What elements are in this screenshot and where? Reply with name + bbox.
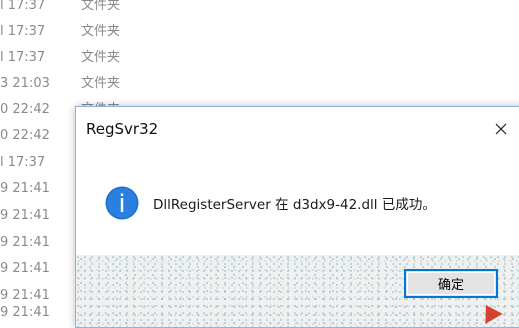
file-date: 9 21:41 bbox=[0, 208, 50, 223]
file-date: 0 22:42 bbox=[0, 102, 50, 117]
file-date: 9 21:41 bbox=[0, 261, 50, 276]
file-date: 9 21:41 bbox=[0, 305, 50, 320]
file-date: l 17:37 bbox=[0, 0, 46, 13]
file-date: 9 21:41 bbox=[0, 235, 50, 250]
dialog-titlebar[interactable]: RegSvr32 bbox=[76, 107, 519, 151]
file-date: l 17:37 bbox=[0, 155, 46, 170]
dialog-title: RegSvr32 bbox=[86, 120, 159, 138]
close-button[interactable] bbox=[484, 113, 518, 145]
file-type: 文件夹 bbox=[81, 50, 121, 65]
list-item[interactable]: l 17:37 文件夹 bbox=[0, 45, 519, 71]
regsvr32-dialog: RegSvr32 DllRegisterServer 在 d3dx9-42.dl… bbox=[75, 106, 519, 328]
file-date: 9 21:41 bbox=[0, 181, 50, 196]
list-item[interactable]: 3 21:03 文件夹 bbox=[0, 71, 519, 97]
ok-button[interactable]: 确定 bbox=[404, 269, 498, 298]
list-item[interactable]: l 17:37 文件夹 bbox=[0, 0, 519, 19]
file-type: 文件夹 bbox=[81, 76, 121, 91]
file-date: l 17:37 bbox=[0, 24, 46, 39]
file-type: 文件夹 bbox=[81, 24, 121, 39]
file-type: 文件夹 bbox=[81, 0, 121, 13]
dialog-footer: 确定 bbox=[76, 255, 519, 327]
close-icon bbox=[495, 123, 507, 135]
dialog-content: DllRegisterServer 在 d3dx9-42.dll 已成功。 bbox=[76, 151, 519, 255]
dialog-message: DllRegisterServer 在 d3dx9-42.dll 已成功。 bbox=[153, 197, 436, 213]
file-date: 0 22:42 bbox=[0, 128, 50, 143]
file-date: 3 21:03 bbox=[0, 76, 50, 91]
info-icon bbox=[105, 186, 139, 220]
list-item[interactable]: l 17:37 文件夹 bbox=[0, 19, 519, 45]
file-date: l 17:37 bbox=[0, 50, 46, 65]
